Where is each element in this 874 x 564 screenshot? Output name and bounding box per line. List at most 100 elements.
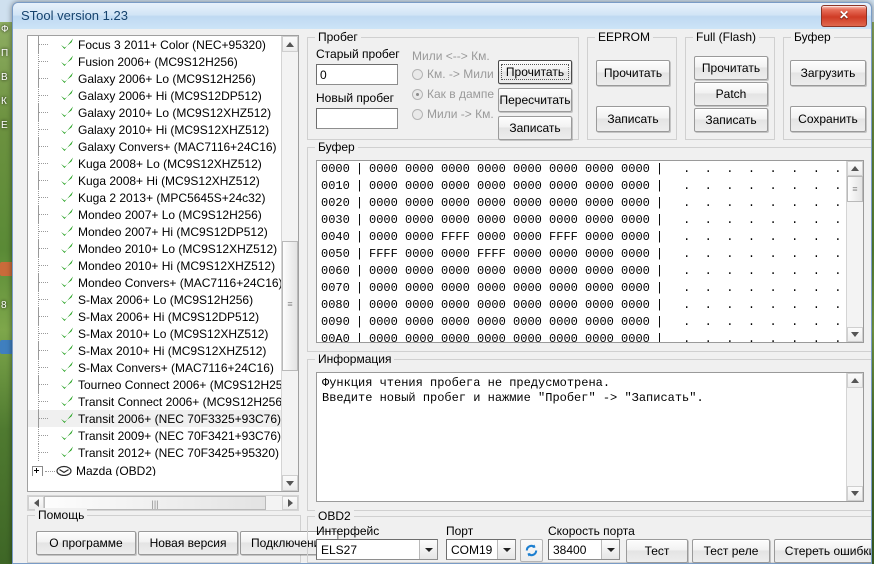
information-textarea[interactable]: Функция чтения пробега не предусмотрена.… (316, 372, 864, 502)
tree-item[interactable]: Galaxy Convers+ (MAC7116+24C16) (28, 138, 281, 155)
check-icon (58, 140, 75, 153)
hex-scroll-thumb[interactable]: ≡ (847, 176, 863, 202)
tree-scroll-right-button[interactable] (282, 496, 298, 510)
tree-item[interactable]: Kuga 2 2013+ (MPC5645S+24c32) (28, 189, 281, 206)
port-select[interactable]: COM19 (446, 539, 516, 560)
tree-item[interactable]: Focus 3 2011+ Color (NEC+95320) (28, 36, 281, 53)
new-version-button[interactable]: Новая версия (138, 531, 238, 555)
tree-item[interactable]: Galaxy 2010+ Lo (MC9S12XHZ512) (28, 104, 281, 121)
tree-root-item[interactable]: Mazda (OBD2) (28, 461, 281, 476)
tree-item[interactable]: Transit 2006+ (NEC 70F3325+93C76) (28, 410, 281, 427)
flash-write-button[interactable]: Записать (694, 108, 768, 132)
hex-scroll-down-button[interactable] (847, 327, 863, 342)
mileage-read-button[interactable]: Прочитать (498, 60, 572, 84)
tree-item[interactable]: Mondeo 2010+ Hi (MC9S12XHZ512) (28, 257, 281, 274)
speed-value: 38400 (553, 542, 587, 557)
check-icon (58, 225, 75, 238)
tree-item-label: Mondeo 2010+ Hi (MC9S12XHZ512) (78, 258, 276, 273)
old-mileage-input[interactable]: 0 (316, 64, 398, 85)
radio-as-in-dump[interactable]: Как в дампе (412, 87, 494, 101)
tree-item[interactable]: Fusion 2006+ (MC9S12H256) (28, 53, 281, 70)
tree-item[interactable]: Mondeo 2007+ Lo (MC9S12H256) (28, 206, 281, 223)
tree-scroll-thumb[interactable]: ≡ (282, 241, 298, 371)
tree-item[interactable]: S-Max 2010+ Hi (MC9S12XHZ512) (28, 342, 281, 359)
tree-item-label: Kuga 2 2013+ (MPC5645S+24c32) (78, 190, 266, 205)
arrow-up-icon (286, 41, 294, 47)
tree-scroll-down-button[interactable] (282, 475, 298, 491)
tree-item[interactable]: Kuga 2008+ Hi (MC9S12XHZ512) (28, 172, 281, 189)
arrow-down-icon (286, 480, 294, 486)
tree-item[interactable]: S-Max 2010+ Lo (MC9S12XHZ512) (28, 325, 281, 342)
tree-item[interactable]: Galaxy 2010+ Hi (MC9S12XHZ512) (28, 121, 281, 138)
eeprom-read-button[interactable]: Прочитать (596, 60, 670, 86)
tree-item[interactable]: Galaxy 2006+ Hi (MC9S12DP512) (28, 87, 281, 104)
tree-vertical-scrollbar[interactable]: ≡ (281, 36, 298, 491)
hex-vertical-scrollbar[interactable]: ≡ (846, 161, 863, 342)
tree-scroll-up-button[interactable] (282, 36, 298, 52)
title-bar[interactable]: STool version 1.23 ✕ (13, 3, 871, 30)
info-scroll-up-button[interactable] (847, 373, 863, 388)
tree-item-label: Galaxy Convers+ (MAC7116+24C16) (78, 139, 277, 154)
chevron-down-icon-2[interactable] (497, 540, 515, 559)
test-button[interactable]: Тест (626, 539, 688, 563)
chevron-down-icon-3[interactable] (601, 540, 619, 559)
tree-item[interactable]: Galaxy 2006+ Lo (MC9S12H256) (28, 70, 281, 87)
information-vertical-scrollbar[interactable] (846, 373, 863, 501)
speed-select[interactable]: 38400 (548, 539, 620, 560)
hex-row: 0020 | 0000 0000 0000 0000 0000 0000 0000 … (317, 195, 863, 212)
tree-item[interactable]: S-Max 2006+ Hi (MC9S12DP512) (28, 308, 281, 325)
hex-offset: 0020 (321, 196, 350, 210)
tree-item[interactable]: Transit 2009+ (NEC 70F3421+93C76) (28, 427, 281, 444)
tree-item[interactable]: Mondeo 2007+ Hi (MC9S12DP512) (28, 223, 281, 240)
hex-dump-view[interactable]: 0000 | 0000 0000 0000 0000 0000 0000 0000 … (316, 160, 864, 343)
about-button[interactable]: О программе (36, 531, 136, 555)
tree-item[interactable]: S-Max 2006+ Lo (MC9S12H256) (28, 291, 281, 308)
tree-item[interactable]: Mondeo 2010+ Lo (MC9S12XHZ512) (28, 240, 281, 257)
eeprom-write-button[interactable]: Записать (596, 106, 670, 132)
hex-scroll-up-button[interactable] (847, 161, 863, 176)
tree-item-label: Focus 3 2011+ Color (NEC+95320) (78, 37, 266, 52)
info-scroll-down-button[interactable] (847, 486, 863, 501)
old-mileage-label: Старый пробег (316, 47, 400, 61)
buffer-load-button[interactable]: Загрузить (790, 60, 866, 86)
tree-item[interactable]: Kuga 2008+ Lo (MC9S12XHZ512) (28, 155, 281, 172)
interface-select[interactable]: ELS27 (316, 539, 438, 560)
hex-thumb-grip-icon: ≡ (852, 185, 858, 195)
radio-miles-to-km[interactable]: Мили -> Км. (412, 107, 494, 121)
new-mileage-input[interactable] (316, 108, 398, 129)
hex-row: 0080 | 0000 0000 0000 0000 0000 0000 0000 … (317, 297, 863, 314)
close-button[interactable]: ✕ (821, 5, 867, 27)
tree-item[interactable]: Transit Connect 2006+ (MC9S12H256) (28, 393, 281, 410)
tree-item-label: Kuga 2008+ Hi (MC9S12XHZ512) (78, 173, 260, 188)
hex-ascii: . . . . . . . . . . . . . . . (683, 247, 863, 261)
hex-separator-2: | (655, 162, 664, 176)
chevron-down-icon[interactable] (419, 540, 437, 559)
buffer-save-button[interactable]: Сохранить (790, 106, 866, 132)
clear-errors-button[interactable]: Стереть ошибки (774, 539, 871, 563)
tree-item[interactable]: S-Max Convers+ (MAC7116+24C16) (28, 359, 281, 376)
flash-patch-button[interactable]: Patch (694, 82, 768, 106)
information-group: Информация Функция чтения пробега не пре… (307, 352, 871, 511)
expand-icon[interactable] (32, 465, 43, 476)
tree-branch-icon (32, 410, 58, 427)
obd2-group: OBD2 Интерфейс ELS27 Порт COM19 Скорость… (307, 509, 871, 563)
mileage-recalc-button[interactable]: Пересчитать (498, 88, 572, 112)
hex-ascii: . . . . . . . . . . . . . . . (683, 281, 863, 295)
radio-miles-to-km-label: Мили -> Км. (427, 107, 494, 121)
model-tree[interactable]: Focus 3 2011+ Color (NEC+95320) Fusion 20… (27, 35, 299, 492)
flash-read-button[interactable]: Прочитать (694, 56, 768, 80)
information-line-1: Функция чтения пробега не предусмотрена. (322, 376, 611, 390)
refresh-ports-button[interactable] (520, 539, 543, 562)
check-icon (58, 38, 75, 51)
mileage-write-button[interactable]: Записать (498, 116, 572, 140)
test-relay-button[interactable]: Тест реле (692, 539, 770, 563)
information-line-2: Введите новый пробег и нажмие "Пробег" -… (322, 391, 704, 405)
tree-branch-icon (32, 444, 58, 461)
tree-item[interactable]: Transit 2012+ (NEC 70F3425+95320) (28, 444, 281, 461)
tree-item[interactable]: Tourneo Connect 2006+ (MC9S12H256) (28, 376, 281, 393)
desktop-edge-label-4: Е (1, 120, 8, 131)
tree-item[interactable]: Mondeo Convers+ (MAC7116+24C16) (28, 274, 281, 291)
hex-offset: 0060 (321, 264, 350, 278)
hex-rows: 0000 | 0000 0000 0000 0000 0000 0000 0000 … (317, 161, 863, 342)
radio-km-to-miles[interactable]: Км. -> Мили (412, 67, 494, 81)
